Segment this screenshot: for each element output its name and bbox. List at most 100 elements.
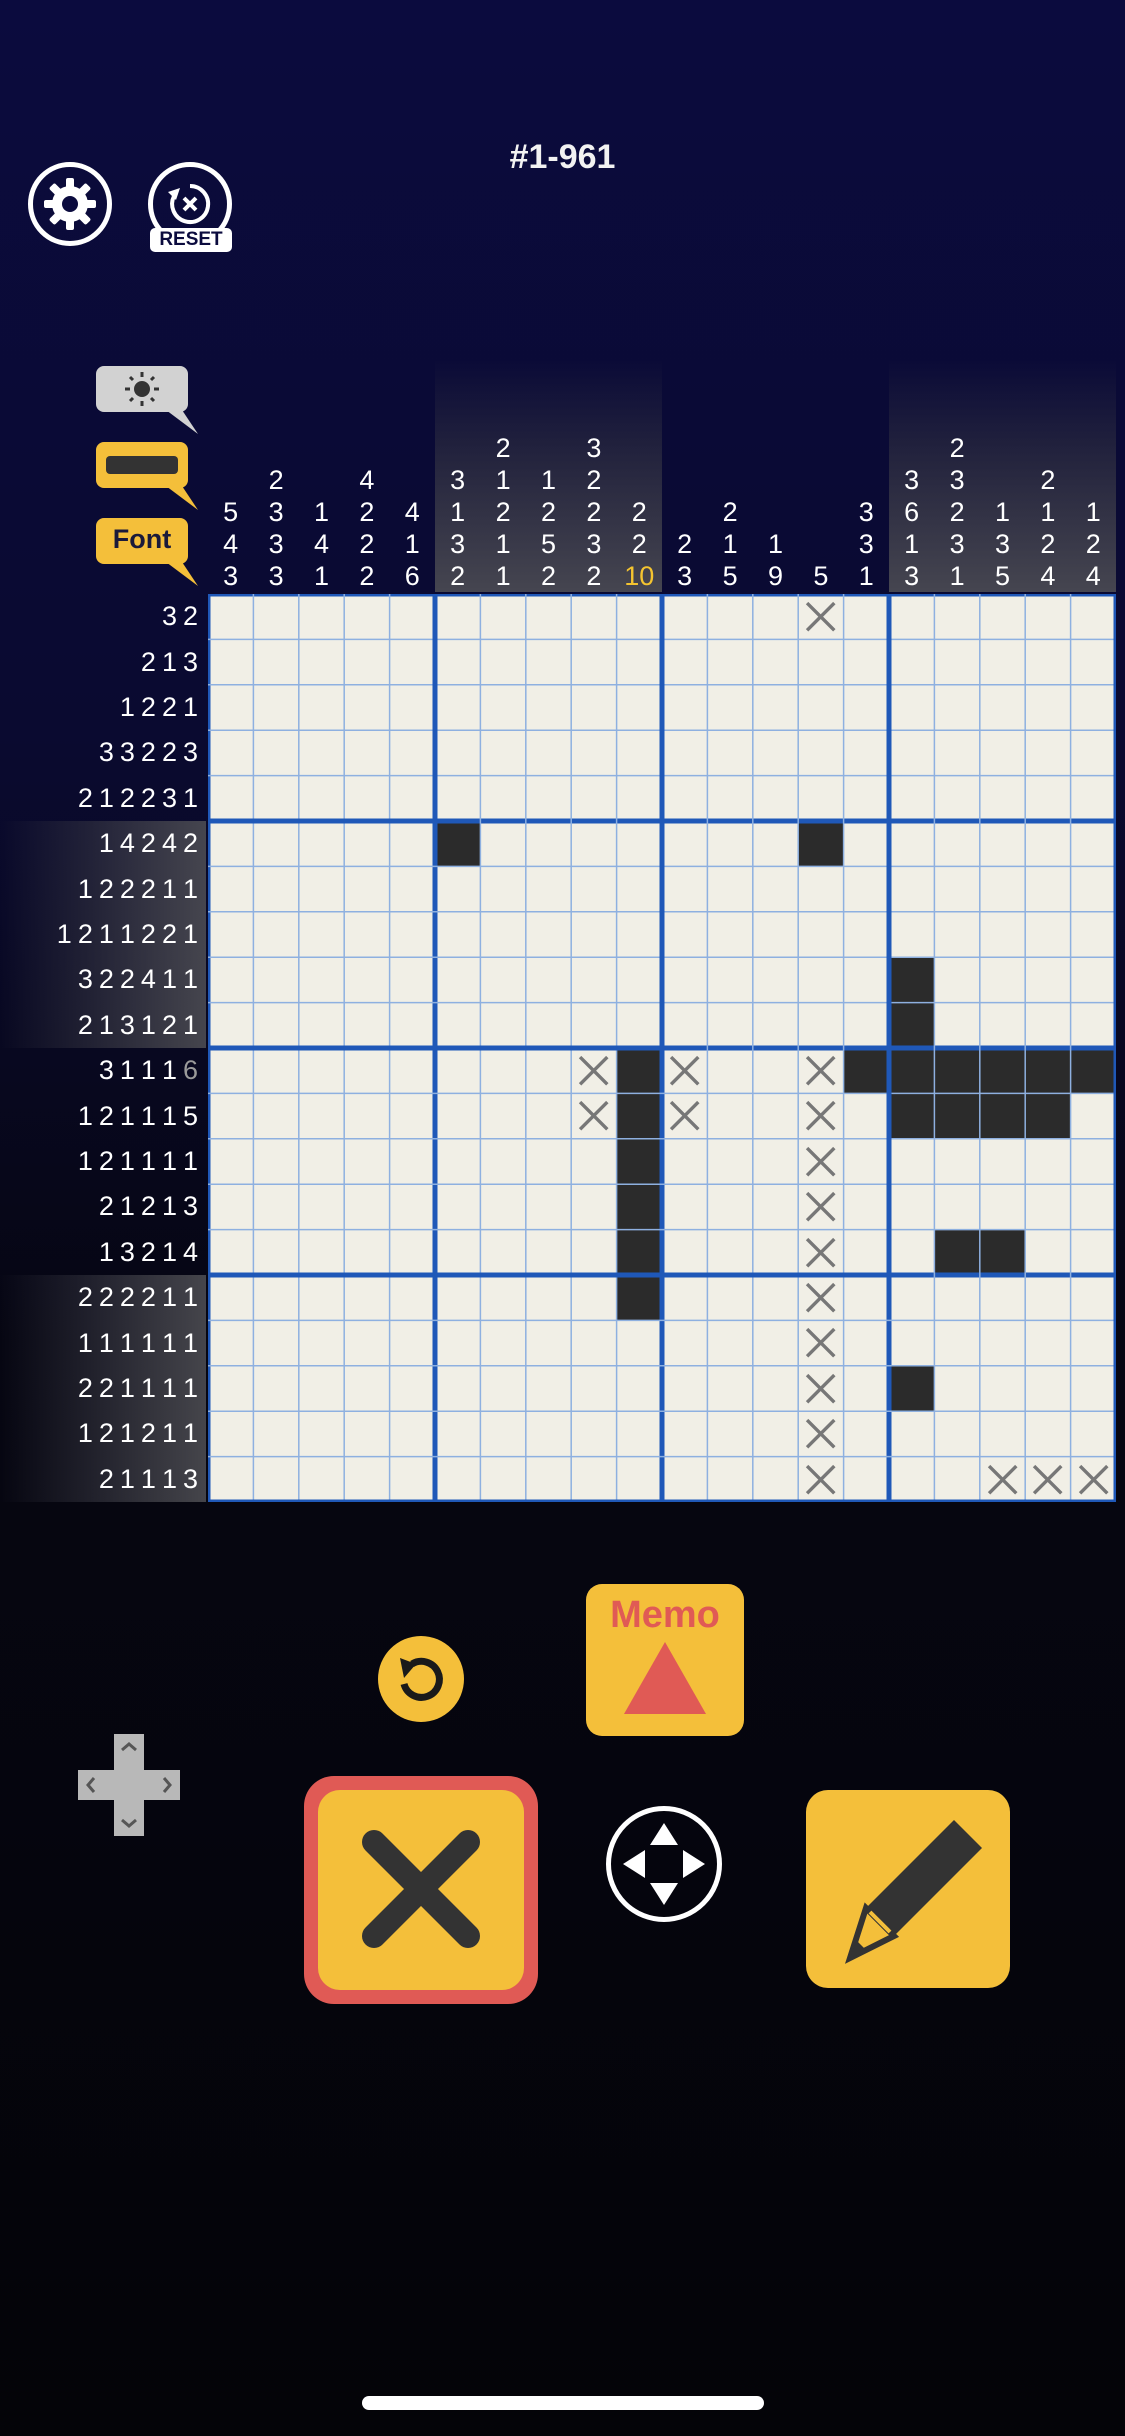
column-clue: 19 [753,360,798,592]
move-button[interactable] [606,1806,722,1922]
clue-number: 3 [586,433,602,463]
color-button[interactable] [96,442,200,517]
clue-number: 2 [98,1191,114,1222]
clue-number: 2 [98,1372,114,1403]
clue-number: 2 [119,1282,135,1313]
clue-number: 1 [182,782,198,813]
row-clues: 3221312213322321223114242122211121122132… [0,594,206,1502]
move-icon [623,1823,705,1905]
clue-number: 2 [98,1463,114,1494]
clue-number: 2 [268,465,284,495]
clue-number: 6 [904,497,920,527]
column-clue: 1252 [525,360,572,592]
clue-number: 1 [404,529,420,559]
clue-number: 5 [223,497,239,527]
clue-number: 2 [140,1418,156,1449]
clue-number: 1 [161,1327,177,1358]
clue-number: 1 [161,1100,177,1131]
clue-number: 1 [182,1327,198,1358]
clue-number: 1 [161,1282,177,1313]
row-clue: 322411 [0,957,206,1003]
puzzle-grid[interactable] [208,594,1116,1502]
brightness-button[interactable] [96,366,200,441]
cross-mode-face[interactable] [318,1790,524,1990]
clue-number: 2 [540,497,556,527]
clue-number: 2 [140,1191,156,1222]
clue-number: 3 [119,1009,135,1040]
column-clue: 141 [299,360,344,592]
font-button[interactable]: Font [96,518,200,593]
undo-icon [400,1657,443,1701]
row-clue: 221111 [0,1365,206,1412]
clue-number: 2 [77,1009,93,1040]
clue-number: 2 [949,497,965,527]
row-clue: 111111 [0,1320,206,1366]
clue-number: 2 [98,1100,114,1131]
clue-number: 3 [182,1191,198,1222]
clue-number: 1 [77,873,93,904]
clue-number: 1 [77,1100,93,1131]
clue-number: 1 [182,1009,198,1040]
clue-number: 4 [359,465,375,495]
clue-number: 2 [98,1282,114,1313]
clue-number: 2 [586,465,602,495]
clue-number: 2 [77,782,93,813]
clue-number: 2 [119,782,135,813]
clue-number: 3 [994,529,1010,559]
clue-number: 1 [161,1236,177,1267]
clue-number: 1 [98,1327,114,1358]
clue-number: 1 [140,1463,156,1494]
clue-number: 2 [161,918,177,949]
clue-number: 1 [77,1145,93,1176]
clue-number: 1 [722,529,738,559]
brightness-icon [96,366,198,434]
reset-icon [168,183,211,224]
clue-number: 2 [450,561,466,591]
row-clue: 122211 [0,866,206,912]
clue-number: 9 [767,561,783,591]
row-clue: 213 [0,639,206,684]
clue-number: 3 [677,561,693,591]
clue-number: 2 [119,873,135,904]
clue-number: 2 [140,918,156,949]
clue-number: 2 [161,691,177,722]
clue-number: 2 [631,497,647,527]
row-clue: 14242 [0,821,206,867]
clue-number: 4 [161,828,177,859]
column-clue: 2 2 10 [616,360,662,592]
clue-number: 1 [313,561,329,591]
column-clue: 416 [390,360,435,592]
clue-number: 2 [631,529,647,559]
clue-number: 3 [98,737,114,768]
clue-number: 3 [586,529,602,559]
clue-number: 1 [182,1418,198,1449]
memo-label: Memo [610,1594,720,1636]
row-clue: 31116 [0,1048,206,1093]
clue-number: 1 [161,1055,177,1086]
clue-number: 2 [98,1418,114,1449]
clue-number: 1 [767,529,783,559]
undo-button[interactable] [378,1636,464,1722]
settings-button[interactable] [28,162,112,246]
clue-number: 1 [119,1055,135,1086]
clue-number: 2 [98,873,114,904]
clue-number: 3 [268,529,284,559]
clue-number: 2 [140,873,156,904]
clue-number: 1 [495,465,511,495]
clue-number: 2 [677,529,693,559]
clue-number: 5 [813,561,829,591]
row-clue: 121115 [0,1093,206,1138]
clue-number: 4 [313,529,329,559]
clue-number: 2 [722,497,738,527]
dpad[interactable] [72,1728,186,1842]
clue-number: 1 [161,873,177,904]
font-label: Font [112,524,172,554]
clue-number: 3 [450,465,466,495]
column-clue: 543 [208,360,253,592]
clue-number: 3 [119,1236,135,1267]
clue-number: 5 [540,529,556,559]
clue-number: 2 [359,497,375,527]
clue-number: 2 [359,529,375,559]
clue-number: 1 [140,1009,156,1040]
fill-mode-button[interactable] [806,1790,1010,1988]
